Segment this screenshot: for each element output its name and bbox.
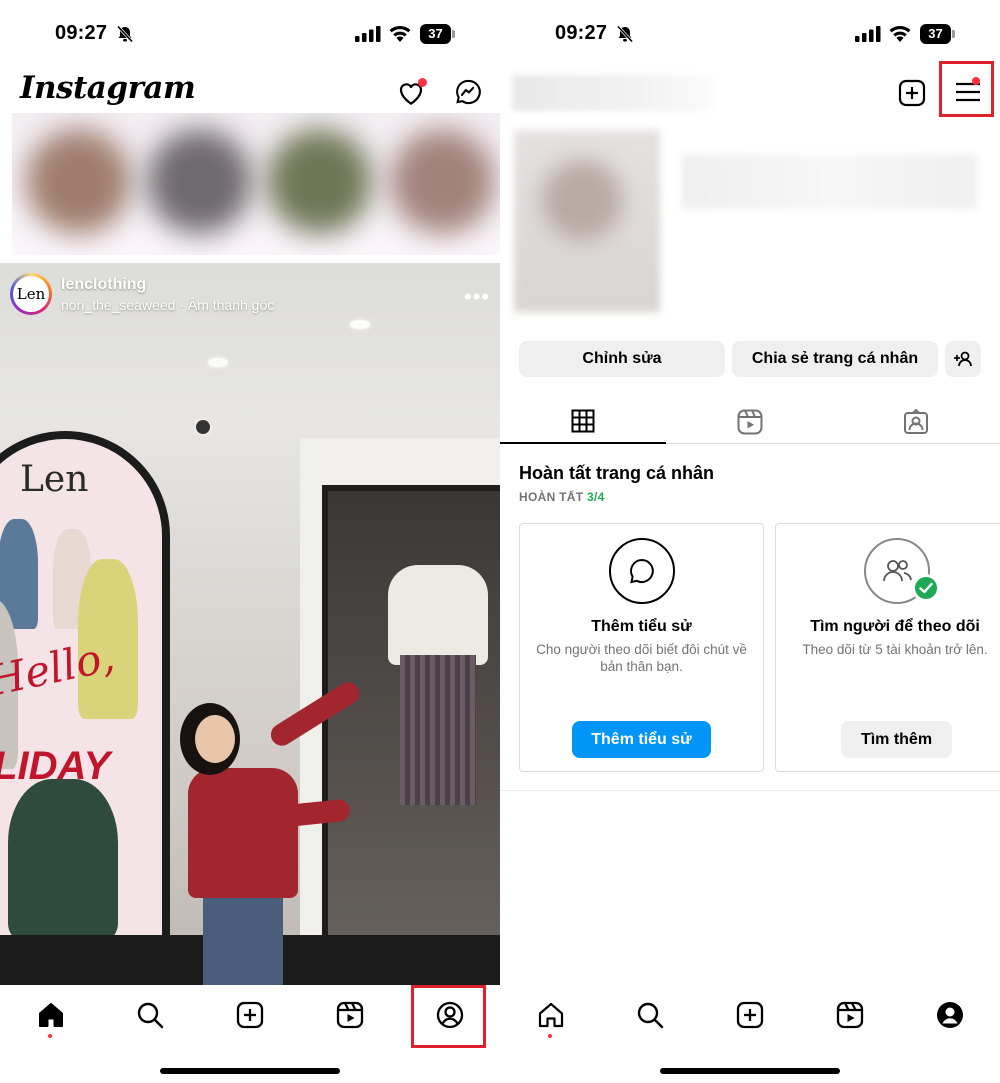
battery-indicator: 37 — [420, 24, 456, 44]
find-more-button[interactable]: Tìm thêm — [841, 721, 952, 758]
discover-people-button[interactable] — [945, 341, 981, 377]
home-indicator — [660, 1068, 840, 1074]
wifi-icon — [889, 25, 911, 42]
post-author-avatar[interactable]: Len — [10, 273, 52, 315]
messenger-icon[interactable] — [454, 78, 482, 106]
profile-tabs — [500, 400, 1000, 444]
create-icon[interactable] — [734, 999, 766, 1031]
profile-screen: 09:27 37 Chỉnh sửa Chia sẻ trang cá nhân… — [500, 0, 1000, 1083]
card-icon-wrapper — [609, 538, 675, 604]
wifi-icon — [389, 25, 411, 42]
status-time: 09:27 — [555, 22, 608, 44]
post-audio[interactable]: nori_the_seaweed · Âm thanh gốc — [61, 297, 274, 313]
card-description: Cho người theo dõi biết đôi chút về bản … — [536, 642, 747, 674]
post-media[interactable]: Len Hello, OLIDAY — [0, 263, 500, 985]
section-divider — [500, 790, 1000, 791]
create-icon[interactable] — [898, 79, 926, 107]
reels-icon[interactable] — [334, 999, 366, 1031]
reels-icon[interactable] — [834, 999, 866, 1031]
profile-stats-blurred — [682, 155, 977, 209]
reels-icon — [737, 409, 763, 435]
card-add-bio: Thêm tiểu sử Cho người theo dõi biết đôi… — [519, 523, 764, 772]
silent-bell-icon — [616, 25, 634, 43]
people-icon — [883, 560, 912, 582]
cellular-signal-icon — [355, 26, 381, 42]
search-icon[interactable] — [134, 999, 166, 1031]
home-icon[interactable] — [535, 999, 567, 1031]
instagram-logo[interactable]: Instagram — [20, 70, 196, 106]
profile-icon[interactable] — [934, 999, 966, 1031]
poster-brand: Len — [20, 459, 89, 500]
status-time: 09:27 — [55, 22, 108, 44]
profile-tab-highlight — [411, 985, 486, 1048]
person-sweater — [188, 768, 298, 898]
avatar-logo: Len — [13, 276, 49, 312]
mannequin-sweater — [388, 565, 488, 665]
home-icon[interactable] — [35, 999, 67, 1031]
edit-profile-button[interactable]: Chỉnh sửa — [519, 341, 725, 377]
story-avatar[interactable] — [147, 129, 252, 234]
card-find-people: Tìm người để theo dõi Theo dõi từ 5 tài … — [775, 523, 1000, 772]
tab-posts-grid[interactable] — [500, 400, 666, 444]
notification-dot — [418, 78, 427, 87]
cellular-signal-icon — [855, 26, 881, 42]
store-poster: Len Hello, OLIDAY — [0, 431, 170, 985]
silent-bell-icon — [116, 25, 134, 43]
search-icon[interactable] — [634, 999, 666, 1031]
person-face — [195, 715, 235, 763]
poster-figure — [8, 779, 118, 939]
create-icon[interactable] — [234, 999, 266, 1031]
tagged-icon — [904, 409, 928, 434]
card-description: Theo dõi từ 5 tài khoản trở lên. — [802, 642, 988, 657]
ceiling-light — [350, 320, 370, 329]
status-progress: 3/4 — [587, 490, 605, 504]
battery-level: 37 — [928, 26, 943, 41]
add-person-icon — [954, 351, 972, 367]
speech-bubble-icon — [630, 558, 654, 584]
battery-indicator: 37 — [920, 24, 956, 44]
card-title: Tìm người để theo dõi — [810, 618, 980, 635]
story-avatar[interactable] — [390, 129, 495, 234]
tab-reels[interactable] — [667, 400, 833, 444]
add-bio-button[interactable]: Thêm tiểu sử — [572, 721, 711, 758]
share-profile-button[interactable]: Chia sẻ trang cá nhân — [732, 341, 938, 377]
post-username[interactable]: lenclothing — [61, 276, 146, 294]
tab-tagged[interactable] — [833, 400, 999, 444]
notification-dot — [48, 1034, 52, 1038]
notification-dot — [548, 1034, 552, 1038]
more-options-icon[interactable]: ••• — [464, 284, 490, 310]
complete-profile-title: Hoàn tất trang cá nhân — [519, 463, 715, 483]
stories-tray[interactable] — [12, 113, 500, 255]
mannequin-skirt — [400, 655, 476, 805]
menu-highlight — [939, 61, 994, 117]
ceiling-light — [208, 358, 228, 367]
battery-level: 37 — [428, 26, 443, 41]
story-avatar[interactable] — [267, 129, 372, 234]
complete-profile-status: HOÀN TẤT 3/4 — [519, 490, 605, 504]
security-camera — [196, 420, 210, 434]
status-label: HOÀN TẤT — [519, 490, 584, 504]
story-avatar[interactable] — [26, 129, 131, 234]
person-jeans — [203, 883, 283, 985]
username-blurred[interactable] — [512, 75, 712, 111]
profile-avatar-blurred[interactable] — [514, 130, 660, 312]
home-indicator — [160, 1068, 340, 1074]
grid-icon — [571, 409, 595, 433]
feed-screen: 09:27 37 Instagram Len Hello, OLIDAY — [0, 0, 500, 1083]
check-icon — [919, 582, 933, 594]
checkmark-badge — [912, 574, 940, 602]
card-title: Thêm tiểu sử — [591, 618, 692, 635]
